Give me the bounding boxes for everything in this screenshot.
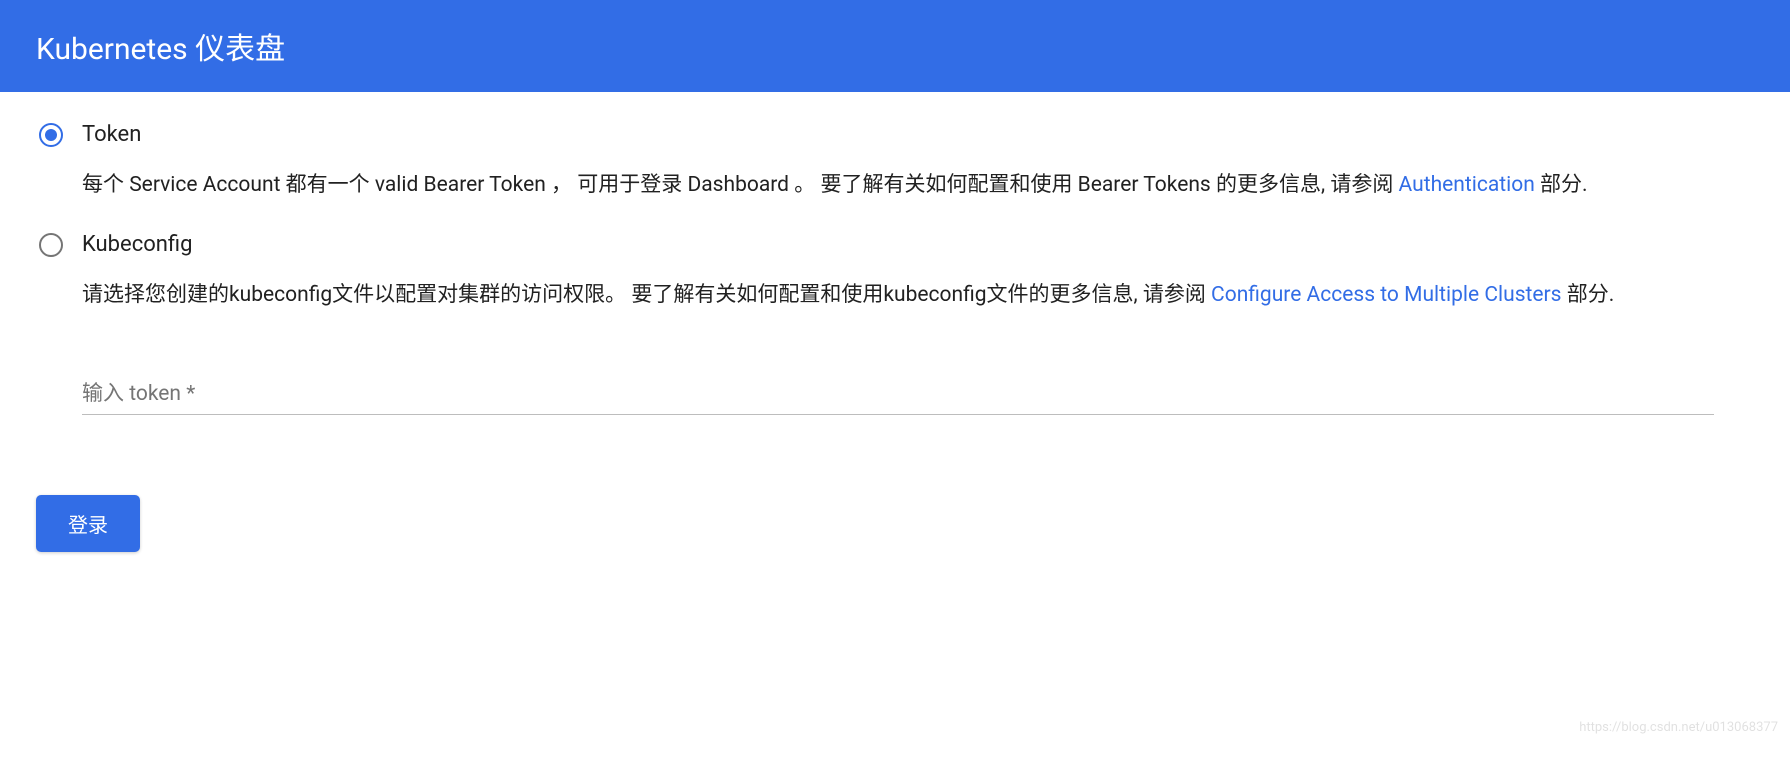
option-token: Token 每个 Service Account 都有一个 valid Bear… <box>36 122 1754 204</box>
token-input[interactable] <box>82 374 1714 415</box>
radio-kubeconfig[interactable] <box>36 230 66 260</box>
page-header: Kubernetes 仪表盘 <box>0 0 1790 92</box>
token-input-area <box>82 374 1714 415</box>
option-kubeconfig-description: 请选择您创建的kubeconfig文件以配置对集群的访问权限。 要了解有关如何配… <box>82 278 1754 314</box>
option-token-label: Token <box>82 122 1754 148</box>
radio-token[interactable] <box>36 120 66 150</box>
watermark-text: https://blog.csdn.net/u013068377 <box>1579 720 1778 735</box>
login-content: Token 每个 Service Account 都有一个 valid Bear… <box>0 92 1790 592</box>
option-token-body: Token 每个 Service Account 都有一个 valid Bear… <box>82 122 1754 204</box>
radio-icon <box>39 233 63 257</box>
radio-icon <box>39 123 63 147</box>
page-title: Kubernetes 仪表盘 <box>36 24 1754 68</box>
option-kubeconfig-label: Kubeconfig <box>82 232 1754 258</box>
login-button[interactable]: 登录 <box>36 495 140 552</box>
option-token-desc-pre: 每个 Service Account 都有一个 valid Bearer Tok… <box>82 173 1399 197</box>
option-kubeconfig: Kubeconfig 请选择您创建的kubeconfig文件以配置对集群的访问权… <box>36 232 1754 314</box>
link-configure-clusters[interactable]: Configure Access to Multiple Clusters <box>1211 283 1561 307</box>
option-kubeconfig-body: Kubeconfig 请选择您创建的kubeconfig文件以配置对集群的访问权… <box>82 232 1754 314</box>
option-kubeconfig-desc-post: 部分. <box>1562 283 1615 307</box>
option-token-desc-post: 部分. <box>1535 173 1588 197</box>
actions: 登录 <box>36 495 1754 552</box>
option-kubeconfig-desc-pre: 请选择您创建的kubeconfig文件以配置对集群的访问权限。 要了解有关如何配… <box>82 283 1211 307</box>
option-token-description: 每个 Service Account 都有一个 valid Bearer Tok… <box>82 168 1754 204</box>
link-authentication[interactable]: Authentication <box>1399 173 1535 197</box>
